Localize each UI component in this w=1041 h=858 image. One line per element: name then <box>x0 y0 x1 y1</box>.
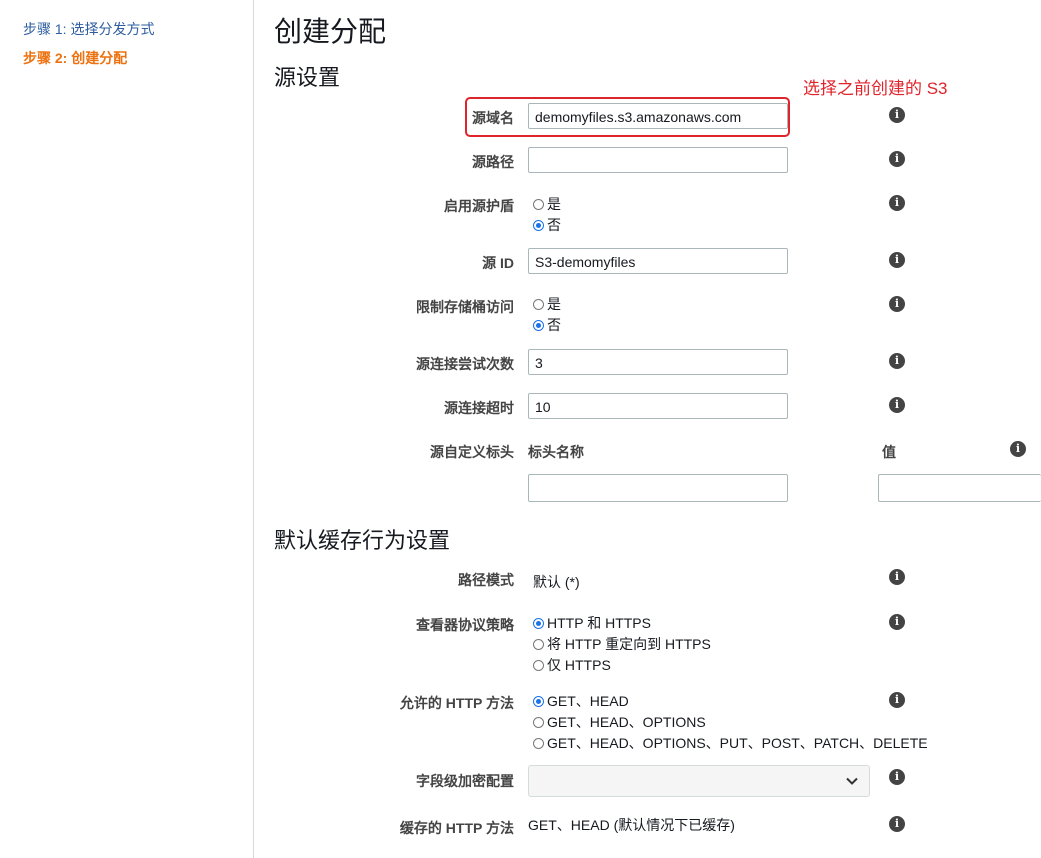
radio-button[interactable] <box>533 198 544 210</box>
info-icon[interactable]: i <box>889 769 905 785</box>
info-icon[interactable]: i <box>889 107 905 123</box>
radio-button[interactable] <box>533 716 544 728</box>
info-icon[interactable]: i <box>1010 441 1026 457</box>
radio-button-selected[interactable] <box>533 617 544 629</box>
radio-button-selected[interactable] <box>533 319 544 331</box>
section-cache-heading: 默认缓存行为设置 <box>274 528 451 553</box>
info-icon[interactable]: i <box>889 195 905 211</box>
info-icon[interactable]: i <box>889 614 905 630</box>
viewer-option-http-https[interactable]: HTTP 和 HTTPS <box>533 613 651 633</box>
origin-shield-label: 启用源护盾 <box>444 198 514 214</box>
origin-domain-label: 源域名 <box>472 110 514 126</box>
viewer-protocol-label: 查看器协议策略 <box>416 617 514 633</box>
origin-shield-yes-option[interactable]: 是 <box>533 194 561 214</box>
header-name-column: 标头名称 <box>528 444 584 460</box>
path-pattern-label: 路径模式 <box>458 572 514 588</box>
restrict-bucket-label: 限制存储桶访问 <box>416 299 514 315</box>
option-label: GET、HEAD、OPTIONS、PUT、POST、PATCH、DELETE <box>547 735 928 751</box>
connection-timeout-label: 源连接超时 <box>444 400 514 416</box>
chevron-down-icon <box>846 777 858 785</box>
methods-option-get-head[interactable]: GET、HEAD <box>533 691 629 711</box>
origin-path-input[interactable] <box>528 147 788 173</box>
radio-button[interactable] <box>533 659 544 671</box>
header-value-column: 值 <box>882 444 896 460</box>
origin-domain-input[interactable]: demomyfiles.s3.amazonaws.com <box>528 103 788 129</box>
option-label: HTTP 和 HTTPS <box>547 615 651 631</box>
origin-path-label: 源路径 <box>472 154 514 170</box>
viewer-option-https-only[interactable]: 仅 HTTPS <box>533 655 611 675</box>
sidebar: 步骤 1: 选择分发方式 步骤 2: 创建分配 <box>0 0 254 858</box>
origin-id-label: 源 ID <box>482 255 514 271</box>
option-label: 否 <box>547 217 561 233</box>
radio-button[interactable] <box>533 638 544 650</box>
info-icon[interactable]: i <box>889 816 905 832</box>
path-pattern-value: 默认 (*) <box>533 574 580 590</box>
methods-option-all[interactable]: GET、HEAD、OPTIONS、PUT、POST、PATCH、DELETE <box>533 733 928 753</box>
connection-timeout-input[interactable]: 10 <box>528 393 788 419</box>
main-content: 创建分配 源设置 选择之前创建的 S3 源域名 demomyfiles.s3.a… <box>254 0 1041 858</box>
info-icon[interactable]: i <box>889 397 905 413</box>
connection-attempts-label: 源连接尝试次数 <box>416 356 514 372</box>
option-label: 是 <box>547 196 561 212</box>
info-icon[interactable]: i <box>889 151 905 167</box>
page-title: 创建分配 <box>274 16 387 47</box>
radio-button[interactable] <box>533 298 544 310</box>
custom-headers-label: 源自定义标头 <box>430 444 514 460</box>
origin-shield-no-option[interactable]: 否 <box>533 215 561 235</box>
restrict-bucket-yes-option[interactable]: 是 <box>533 294 561 314</box>
info-icon[interactable]: i <box>889 296 905 312</box>
option-label: GET、HEAD、OPTIONS <box>547 714 706 730</box>
option-label: GET、HEAD <box>547 693 629 709</box>
header-name-input[interactable] <box>528 474 788 502</box>
connection-attempts-input[interactable]: 3 <box>528 349 788 375</box>
sidebar-step-2-current: 步骤 2: 创建分配 <box>23 50 128 66</box>
allowed-methods-label: 允许的 HTTP 方法 <box>399 695 514 711</box>
radio-button[interactable] <box>533 737 544 749</box>
field-level-encryption-select[interactable] <box>528 765 870 797</box>
info-icon[interactable]: i <box>889 692 905 708</box>
sidebar-step-1-link[interactable]: 步骤 1: 选择分发方式 <box>23 19 154 39</box>
restrict-bucket-no-option[interactable]: 否 <box>533 315 561 335</box>
option-label: 仅 HTTPS <box>547 657 611 673</box>
info-icon[interactable]: i <box>889 353 905 369</box>
radio-button-selected[interactable] <box>533 695 544 707</box>
info-icon[interactable]: i <box>889 252 905 268</box>
cached-methods-label: 缓存的 HTTP 方法 <box>399 820 514 836</box>
annotation-text: 选择之前创建的 S3 <box>803 79 948 98</box>
section-origin-heading: 源设置 <box>274 65 341 90</box>
viewer-option-redirect[interactable]: 将 HTTP 重定向到 HTTPS <box>533 634 711 654</box>
header-value-input[interactable] <box>878 474 1041 502</box>
info-icon[interactable]: i <box>889 569 905 585</box>
option-label: 是 <box>547 296 561 312</box>
option-label: 否 <box>547 317 561 333</box>
field-level-encryption-label: 字段级加密配置 <box>416 773 514 789</box>
option-label: 将 HTTP 重定向到 HTTPS <box>547 636 711 652</box>
origin-id-input[interactable]: S3-demomyfiles <box>528 248 788 274</box>
radio-button-selected[interactable] <box>533 219 544 231</box>
methods-option-get-head-options[interactable]: GET、HEAD、OPTIONS <box>533 712 706 732</box>
cached-methods-value: GET、HEAD (默认情况下已缓存) <box>528 817 735 833</box>
